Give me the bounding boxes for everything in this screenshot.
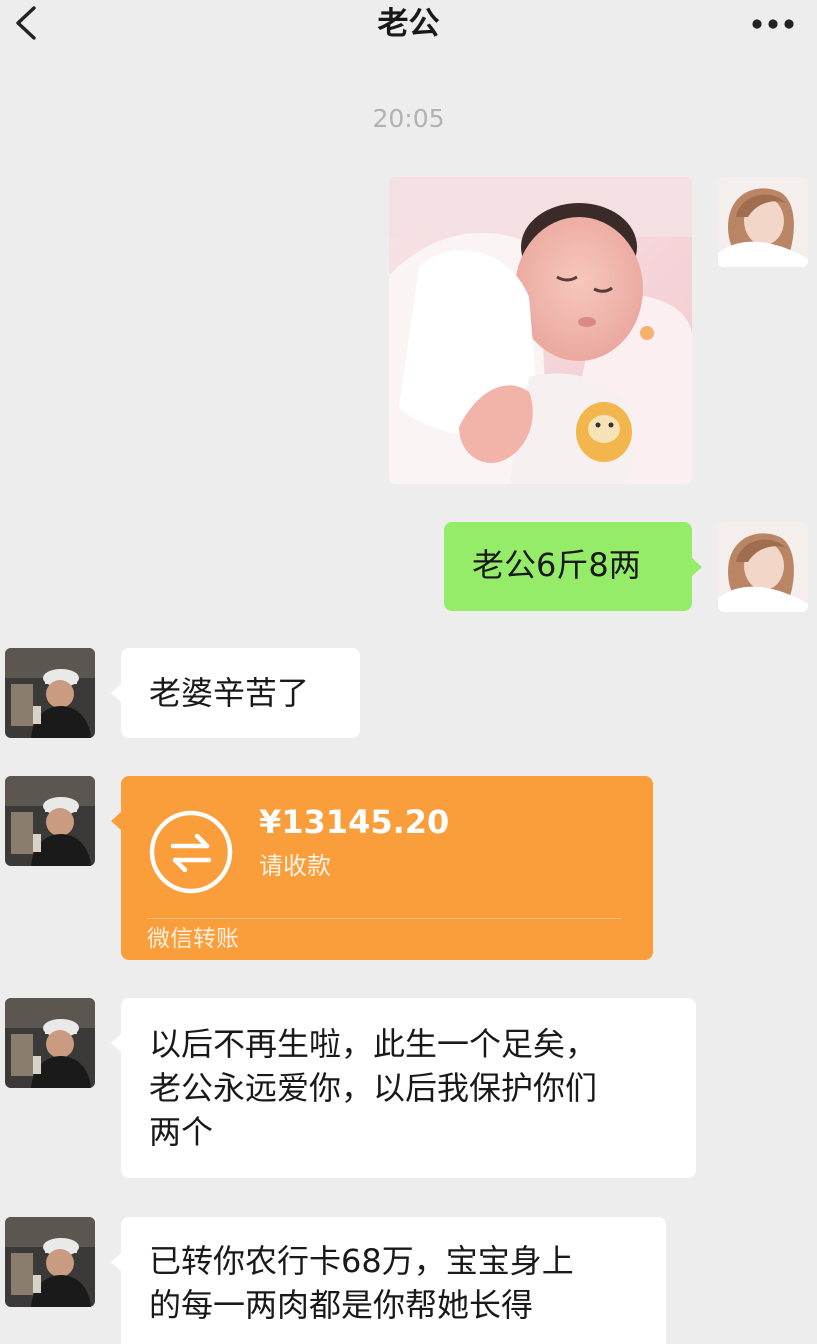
message-text: 老公6斤8两 xyxy=(472,546,641,584)
avatar-image xyxy=(5,648,95,738)
avatar-image xyxy=(5,776,95,866)
bubble-tail xyxy=(111,1253,121,1271)
bubble-tail xyxy=(111,684,121,702)
transfer-arrows-icon xyxy=(147,808,235,896)
sent-text-bubble[interactable]: 老公6斤8两 xyxy=(444,522,692,611)
chat-header: 老公 xyxy=(0,0,817,52)
baby-photo[interactable] xyxy=(389,177,692,484)
received-text-bubble[interactable]: 老婆辛苦了 xyxy=(121,648,360,738)
husband-avatar[interactable] xyxy=(5,1217,95,1307)
message-text: 老婆辛苦了 xyxy=(149,674,310,712)
bubble-tail xyxy=(111,812,121,830)
more-dots-icon xyxy=(752,19,794,29)
bubble-tail xyxy=(111,1034,121,1052)
message-line: 已转你农行卡68万，宝宝身上 xyxy=(149,1242,574,1280)
transfer-action-label: 请收款 xyxy=(259,852,331,880)
avatar-image xyxy=(5,1217,95,1307)
received-text-bubble[interactable]: 已转你农行卡68万，宝宝身上 的每一两肉都是你帮她长得 xyxy=(121,1217,666,1344)
message-line: 的每一两肉都是你帮她长得 xyxy=(149,1286,534,1324)
avatar-image xyxy=(718,522,808,612)
bubble-tail xyxy=(692,558,702,576)
baby-photo-image xyxy=(389,177,692,484)
husband-avatar[interactable] xyxy=(5,776,95,866)
avatar-image xyxy=(5,998,95,1088)
message-timestamp: 20:05 xyxy=(372,104,445,133)
message-line: 两个 xyxy=(149,1113,214,1151)
husband-avatar[interactable] xyxy=(5,998,95,1088)
transfer-divider xyxy=(147,918,621,919)
my-avatar[interactable] xyxy=(718,177,808,267)
husband-avatar[interactable] xyxy=(5,648,95,738)
my-avatar[interactable] xyxy=(718,522,808,612)
transfer-amount: ¥13145.20 xyxy=(259,803,450,841)
transfer-card[interactable]: ¥13145.20 请收款 微信转账 xyxy=(121,776,653,960)
more-button[interactable] xyxy=(744,4,802,38)
message-line: 以后不再生啦，此生一个足矣， xyxy=(149,1025,598,1063)
avatar-image xyxy=(718,177,808,267)
received-text-bubble[interactable]: 以后不再生啦，此生一个足矣， 老公永远爱你，以后我保护你们 两个 xyxy=(121,998,696,1178)
chat-title: 老公 xyxy=(377,6,440,42)
message-line: 老公永远爱你，以后我保护你们 xyxy=(149,1069,598,1107)
transfer-service-label: 微信转账 xyxy=(147,926,239,952)
